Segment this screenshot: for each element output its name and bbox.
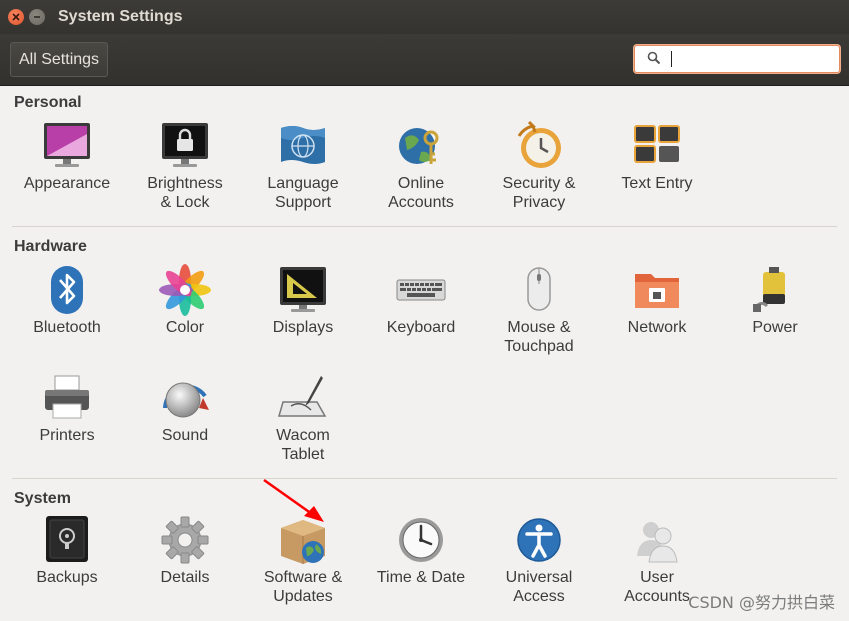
section-title-personal: Personal: [14, 94, 82, 111]
appearance-icon: [44, 123, 90, 167]
item-label-software-line2: Updates: [273, 588, 333, 605]
online-accounts-icon: [399, 128, 439, 164]
item-label-wacom-line2: Tablet: [281, 446, 325, 463]
item-network[interactable]: Network: [598, 264, 716, 337]
color-icon: [159, 264, 211, 316]
item-label-text-entry: Text Entry: [621, 175, 693, 192]
item-label-language-line1: Language: [267, 175, 339, 192]
mouse-touchpad-icon: [527, 267, 551, 311]
item-label-online-line1: Online: [397, 175, 445, 192]
section-divider: [12, 226, 837, 227]
item-color[interactable]: Color: [126, 264, 244, 337]
displays-icon: [280, 267, 326, 312]
item-label-bluetooth: Bluetooth: [33, 319, 101, 336]
item-label-sound: Sound: [161, 427, 209, 444]
item-label-displays: Displays: [272, 319, 334, 336]
item-label-universal-line2: Access: [513, 588, 565, 605]
all-settings-button[interactable]: All Settings: [10, 42, 109, 77]
brightness-lock-icon: [162, 123, 208, 167]
close-window-button[interactable]: [8, 9, 24, 25]
annotation-arrow-icon: [263, 478, 324, 522]
item-universal-access[interactable]: Universal Access: [480, 514, 598, 606]
item-time-date[interactable]: Time & Date: [362, 514, 480, 587]
minimize-window-button[interactable]: [29, 9, 45, 25]
item-label-security-line1: Security &: [502, 175, 576, 192]
item-label-keyboard: Keyboard: [386, 319, 456, 336]
user-accounts-icon: [637, 522, 678, 563]
item-label-appearance: Appearance: [23, 175, 111, 192]
search-box[interactable]: [634, 45, 840, 73]
item-mouse-touchpad[interactable]: Mouse & Touchpad: [480, 264, 598, 356]
item-label-brightness-line2: & Lock: [160, 194, 210, 211]
item-label-mouse-line1: Mouse &: [507, 319, 571, 336]
item-label-details: Details: [160, 569, 210, 586]
network-icon: [635, 274, 679, 308]
item-printers[interactable]: Printers: [8, 372, 126, 445]
item-label-color: Color: [165, 319, 205, 336]
item-wacom-tablet[interactable]: Wacom Tablet: [244, 372, 362, 464]
sound-icon: [163, 382, 209, 418]
item-details[interactable]: Details: [126, 514, 244, 587]
search-icon: [647, 51, 661, 65]
item-language-support[interactable]: Language Support: [244, 120, 362, 212]
item-backups[interactable]: Backups: [8, 514, 126, 587]
item-bluetooth[interactable]: Bluetooth: [8, 264, 126, 337]
text-cursor: [671, 51, 672, 67]
bluetooth-icon: [51, 266, 83, 314]
text-entry-icon: [634, 125, 680, 163]
details-icon: [161, 516, 209, 564]
item-sound[interactable]: Sound: [126, 372, 244, 445]
item-label-online-line2: Accounts: [388, 194, 454, 211]
item-label-time-date: Time & Date: [376, 569, 466, 586]
item-label-security-line2: Privacy: [512, 194, 566, 211]
item-label-backups: Backups: [36, 569, 98, 586]
power-icon: [753, 267, 785, 312]
item-label-mouse-line2: Touchpad: [504, 338, 574, 355]
language-support-icon: [281, 126, 325, 164]
watermark: CSDN @努力拱白菜: [688, 593, 835, 612]
item-security-privacy[interactable]: Security & Privacy: [480, 120, 598, 212]
keyboard-icon: [396, 279, 446, 301]
universal-access-icon: [517, 518, 561, 562]
window-title: System Settings: [58, 8, 183, 25]
minimize-icon: [34, 16, 40, 18]
item-power[interactable]: Power: [716, 264, 834, 337]
title-bar: System Settings: [0, 0, 849, 34]
backups-icon: [46, 516, 88, 562]
item-label-software-line1: Software &: [263, 569, 343, 586]
printers-icon: [45, 375, 89, 419]
item-brightness-lock[interactable]: Brightness & Lock: [126, 120, 244, 212]
time-date-icon: [399, 518, 443, 562]
section-title-hardware: Hardware: [14, 238, 87, 255]
item-text-entry[interactable]: Text Entry: [598, 120, 716, 193]
close-icon: [12, 13, 20, 21]
item-displays[interactable]: Displays: [244, 264, 362, 337]
toolbar: All Settings: [0, 34, 849, 86]
item-label-brightness-line1: Brightness: [147, 175, 223, 192]
item-label-wacom-line1: Wacom: [276, 427, 330, 444]
item-appearance[interactable]: Appearance: [8, 120, 126, 193]
item-label-universal-line1: Universal: [505, 569, 573, 586]
item-keyboard[interactable]: Keyboard: [362, 264, 480, 337]
search-input[interactable]: [669, 48, 833, 70]
section-divider: [12, 478, 837, 479]
item-label-power: Power: [752, 319, 798, 336]
wacom-tablet-icon: [278, 376, 327, 417]
item-label-user-line1: User: [640, 569, 674, 586]
settings-panel: Personal Appearance Brightness & Lock La…: [0, 86, 849, 621]
security-privacy-icon: [517, 120, 561, 168]
item-label-language-line2: Support: [274, 194, 332, 211]
item-label-printers: Printers: [39, 427, 95, 444]
item-online-accounts[interactable]: Online Accounts: [362, 120, 480, 212]
section-title-system: System: [14, 490, 71, 507]
item-label-network: Network: [627, 319, 687, 336]
